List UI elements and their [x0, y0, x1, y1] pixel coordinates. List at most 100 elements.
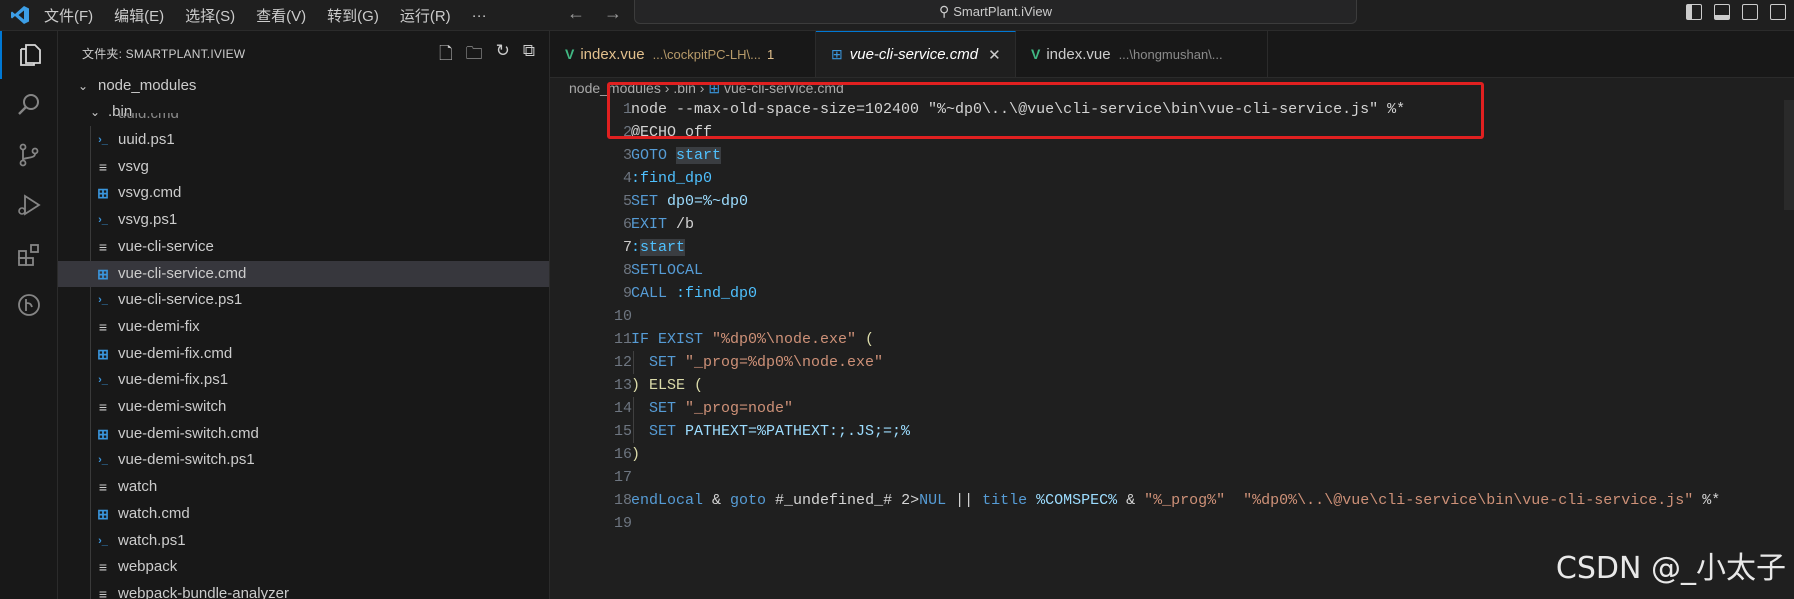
menu-view[interactable]: 查看(V)	[256, 5, 306, 26]
indent-guide	[633, 420, 634, 443]
line-number: 12	[613, 354, 632, 371]
variable: %COMSPEC%	[1027, 492, 1118, 509]
git-graph-activity[interactable]	[0, 281, 57, 329]
string: "_prog=node"	[685, 400, 794, 417]
back-arrow-icon[interactable]: ←	[567, 3, 585, 24]
tree-file-item[interactable]: ⊞ vsvg.cmd	[58, 180, 549, 206]
tree-file-item[interactable]: ≡ webpack-bundle-analyzer	[58, 581, 549, 599]
forward-arrow-icon[interactable]: →	[604, 3, 622, 24]
code-line-7: :start	[631, 236, 686, 259]
keyword: endLocal	[631, 492, 704, 509]
explorer-sidebar: 文件夹: SMARTPLANT.IVIEW 🗋 🗀 ↻ ⧉ ⌄ node_mod…	[58, 31, 550, 599]
nav-arrows: ← →	[567, 3, 636, 24]
tab-description: ...\hongmushan\...	[1118, 46, 1223, 62]
tree-file-item[interactable]: ›_ vue-demi-fix.ps1	[58, 367, 549, 393]
tree-file-item[interactable]: ≡ vsvg	[58, 154, 549, 180]
label-def: :	[631, 239, 641, 256]
customize-layout-icon[interactable]	[1770, 4, 1786, 20]
tab-label: index.vue	[1046, 45, 1111, 63]
tree-file-item[interactable]: ≡ watch	[58, 474, 549, 500]
keyword: GOTO	[631, 147, 677, 164]
refresh-icon[interactable]: ↻	[496, 41, 510, 70]
tab-index-vue-cockpit[interactable]: V index.vue ...\cockpitPC-LH\... 1	[550, 31, 816, 77]
search-icon: ⚲	[938, 3, 950, 19]
code-text: #_undefined_# 2>	[766, 492, 920, 509]
string: "%dp0%\node.exe"	[712, 331, 857, 348]
tree-file-item[interactable]: ≡ webpack	[58, 554, 549, 580]
paren: (	[694, 377, 704, 394]
file-label: watch.cmd	[118, 504, 190, 522]
toggle-primary-sidebar-icon[interactable]	[1686, 4, 1702, 20]
tree-file-item[interactable]: ⊞ vue-demi-switch.cmd	[58, 421, 549, 447]
keyword: goto	[730, 492, 767, 509]
keyword: SET	[631, 193, 668, 210]
search-activity[interactable]	[0, 81, 57, 129]
keyword: title	[982, 492, 1028, 509]
code-line-3: GOTO start	[631, 144, 722, 167]
code-text: /b	[676, 216, 695, 233]
command-center-label: SmartPlant.iView	[953, 4, 1052, 19]
code-text: %*	[1693, 492, 1721, 509]
line-number: 8	[622, 262, 632, 279]
new-folder-icon[interactable]: 🗀	[466, 41, 483, 70]
chevron-down-icon: ⌄	[78, 79, 89, 93]
git-graph-icon	[17, 294, 40, 316]
keyword: IF EXIST	[631, 331, 713, 348]
tab-index-vue-hongmushan[interactable]: V index.vue ...\hongmushan\...	[1016, 31, 1268, 77]
tree-file-item[interactable]: ⊞ vue-demi-fix.cmd	[58, 341, 549, 367]
toggle-secondary-sidebar-icon[interactable]	[1742, 4, 1758, 20]
menu-more[interactable]: ···	[472, 7, 487, 24]
keyword: SET	[631, 354, 686, 371]
tree-file-item[interactable]: ›_ vue-cli-service.ps1	[58, 287, 549, 313]
vue-file-icon: V	[1031, 46, 1041, 62]
run-debug-activity[interactable]	[0, 181, 57, 229]
tree-file-item[interactable]: ≡ vue-cli-service	[58, 234, 549, 260]
label-ref: start	[676, 147, 722, 164]
line-number: 16	[613, 446, 632, 463]
line-number: 5	[622, 193, 632, 210]
tree-file-item[interactable]: ›_ vue-demi-switch.ps1	[58, 447, 549, 473]
menu-selection[interactable]: 选择(S)	[185, 5, 235, 26]
tab-vue-cli-service-cmd[interactable]: ⊞ vue-cli-service.cmd ✕	[816, 31, 1016, 77]
tree-file-item[interactable]: ⊞ watch.cmd	[58, 501, 549, 527]
menu-file[interactable]: 文件(F)	[44, 5, 93, 26]
tree-file-item[interactable]: ≡ vue-demi-fix	[58, 314, 549, 340]
code-line-9: CALL :find_dp0	[631, 282, 757, 305]
file-label: vue-demi-fix.cmd	[118, 344, 233, 362]
close-icon[interactable]: ✕	[988, 46, 1001, 64]
tree-folder-node-modules[interactable]: ⌄ node_modules	[58, 73, 549, 99]
menu-run[interactable]: 运行(R)	[400, 5, 451, 26]
line-number: 15	[613, 423, 632, 440]
tree-file-item[interactable]: ›_ uuid.ps1	[58, 127, 549, 153]
indent-guide	[633, 351, 634, 374]
line-number: 13	[613, 377, 632, 394]
menu-go[interactable]: 转到(G)	[327, 5, 379, 26]
editor-scrollbar[interactable]	[1784, 100, 1794, 210]
source-control-activity[interactable]	[0, 131, 57, 179]
tree-file-item[interactable]: ⊞ vue-cli-service.cmd	[58, 260, 549, 287]
explorer-activity[interactable]	[0, 31, 57, 79]
tree-file-partial[interactable]: uuid.cmd	[58, 113, 549, 127]
tab-label: index.vue	[580, 45, 645, 63]
file-label: vue-demi-fix.ps1	[118, 371, 229, 389]
vscode-logo-icon	[11, 6, 29, 24]
collapse-all-icon[interactable]: ⧉	[523, 41, 535, 70]
variable: PATHEXT=%PATHEXT:;.JS;=;%	[685, 423, 911, 440]
file-icon: ≡	[98, 479, 108, 496]
file-icon: ≡	[98, 559, 108, 576]
file-label: webpack-bundle-analyzer	[118, 584, 289, 599]
line-number: 9	[622, 285, 632, 302]
extensions-activity[interactable]	[0, 231, 57, 279]
layout-controls	[1686, 4, 1786, 20]
file-label: vue-demi-switch.ps1	[118, 451, 255, 469]
tree-file-item[interactable]: ›_ vsvg.ps1	[58, 207, 549, 233]
tree-file-item[interactable]: ≡ vue-demi-switch	[58, 394, 549, 420]
menu-edit[interactable]: 编辑(E)	[114, 5, 164, 26]
file-icon: ≡	[98, 158, 108, 175]
new-file-icon[interactable]: 🗋	[439, 41, 453, 70]
command-center-search[interactable]: ⚲ SmartPlant.iView	[634, 0, 1357, 24]
tree-file-item[interactable]: ›_ watch.ps1	[58, 528, 549, 554]
windows-cmd-icon: ⊞	[97, 265, 109, 282]
menu-bar: 文件(F) 编辑(E) 选择(S) 查看(V) 转到(G) 运行(R) ···	[44, 0, 508, 30]
toggle-panel-icon[interactable]	[1714, 4, 1730, 20]
